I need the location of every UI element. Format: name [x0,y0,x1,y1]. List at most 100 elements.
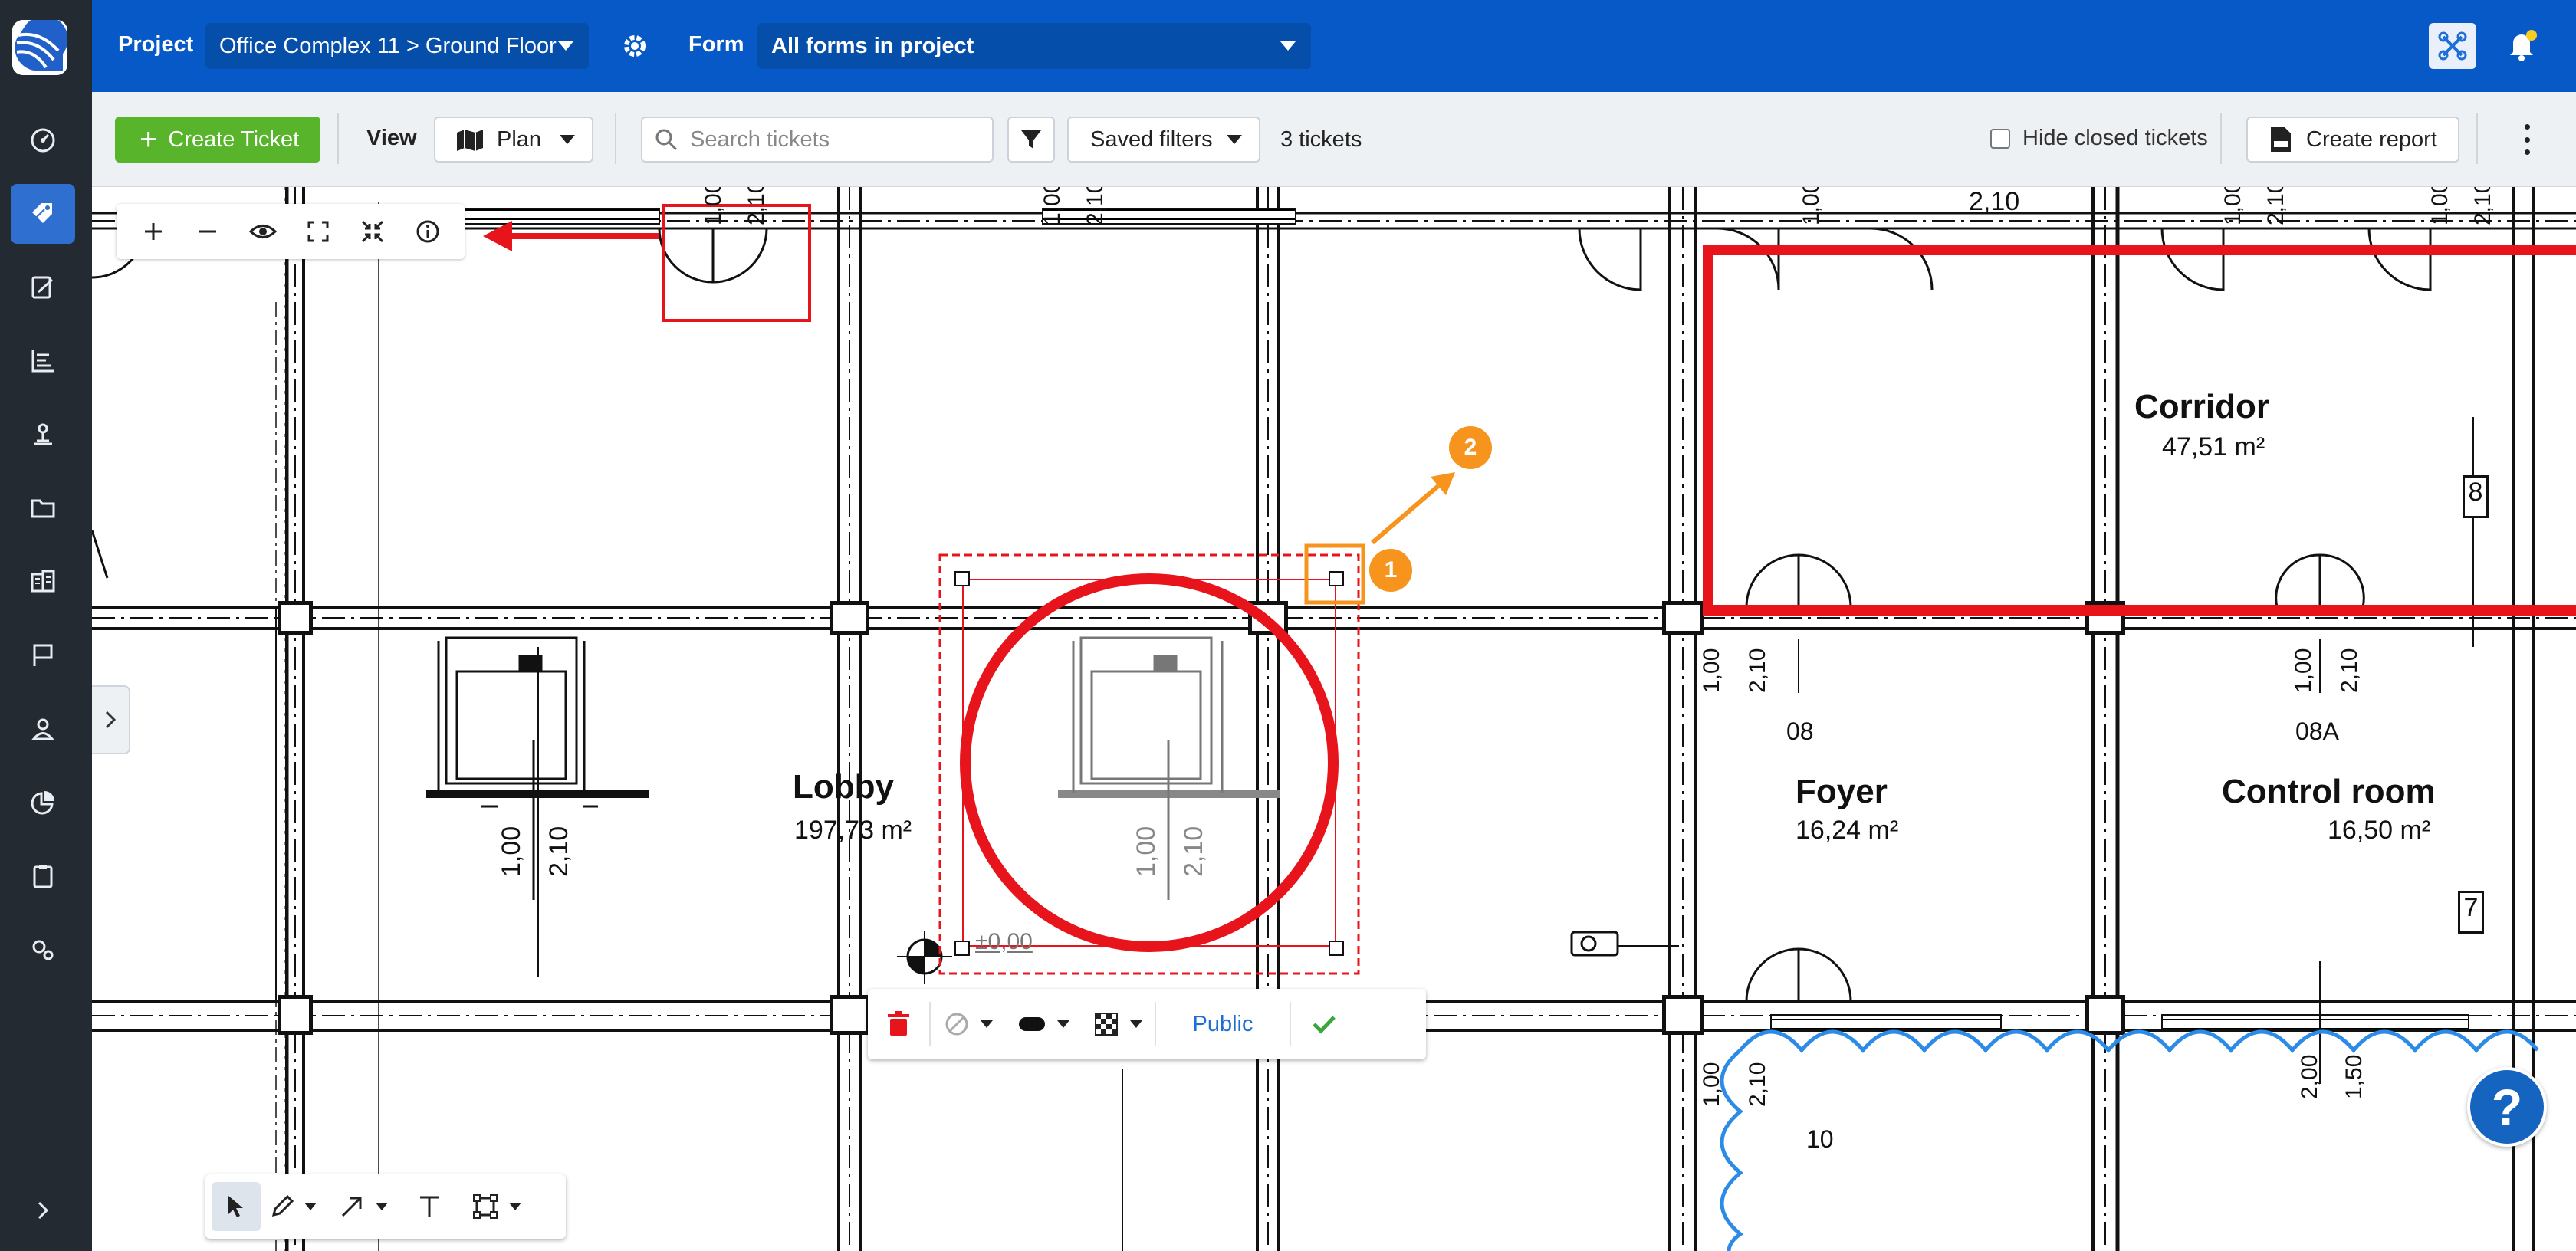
notifications-button[interactable] [2502,26,2541,64]
hide-closed-toggle[interactable]: Hide closed tickets [1990,126,2208,151]
ticket-count: 3 tickets [1280,127,1362,152]
flag-icon [33,644,53,666]
nav-folder[interactable] [11,478,75,538]
door-10-label: 10 [1806,1125,1834,1153]
dim-label: 1,00 [2427,187,2453,225]
nav-inspection[interactable] [11,405,75,465]
ticket-toolbar: + Create Ticket View Plan Search tickets… [92,92,2576,187]
nav-documents[interactable] [11,552,75,612]
nav-expand[interactable] [11,1180,75,1240]
dim-label: 2,10 [2470,187,2496,225]
saved-filters-label: Saved filters [1090,126,1213,152]
folder-icon [31,499,55,518]
collapse-icon[interactable] [351,210,394,253]
elevator-center [1058,636,1280,900]
nav-user[interactable] [11,699,75,759]
room-lobby-area: 197,73 m² [794,816,912,845]
drawing-tools-toolbar [205,1174,566,1239]
room-foyer-name: Foyer [1796,773,1888,810]
level-label: ±0,00 [975,929,1033,954]
app-root: Project Office Complex 11 > Ground Floor… [0,0,2576,1251]
more-menu-icon[interactable] [2518,124,2536,155]
nav-tickets[interactable] [11,184,75,244]
zoom-toolbar [117,204,465,259]
fill-color-select[interactable] [931,1011,1006,1037]
delete-button[interactable] [868,1011,929,1037]
filter-button[interactable] [1007,117,1055,163]
stroke-style-select[interactable] [1006,1017,1083,1031]
saved-filters-select[interactable]: Saved filters [1067,117,1260,163]
app-logo[interactable] [12,20,67,75]
form-select[interactable]: All forms in project [757,23,1311,69]
eye-icon[interactable] [242,210,284,253]
zoom-out-icon[interactable] [186,210,229,253]
create-report-button[interactable]: Create report [2246,117,2459,163]
select-tool[interactable] [212,1182,261,1231]
shape-tool[interactable] [457,1194,537,1220]
side-panel-toggle[interactable] [92,685,130,754]
pen-tool[interactable] [261,1194,325,1220]
apps-icon [2438,31,2467,61]
reports-icon [31,791,54,815]
project-select[interactable]: Office Complex 11 > Ground Floor [205,23,589,69]
nav-dashboard[interactable] [11,110,75,170]
bell-icon [2510,30,2537,61]
pattern-select[interactable] [1083,1013,1155,1036]
dim-label: 2,10 [1745,1062,1770,1107]
nav-flag[interactable] [11,626,75,685]
sidebar [0,0,92,1251]
dim-label: 2,10 [744,187,769,225]
room-control-area: 16,50 m² [2328,816,2431,845]
hide-closed-label: Hide closed tickets [2022,126,2208,150]
plan-canvas[interactable]: Lobby 197,73 m² Corridor 47,51 m² Foyer … [92,187,2576,1251]
search-input[interactable]: Search tickets [641,117,994,163]
settings-gear-icon[interactable] [619,31,650,61]
forms-icon [31,276,53,299]
dashboard-icon [31,128,55,153]
top-bar: Project Office Complex 11 > Ground Floor… [92,0,2576,92]
logo-icon [12,20,67,75]
checkmark-icon [1313,1016,1336,1034]
floor-plan-drawing [92,187,2576,1251]
view-value: Plan [497,126,542,152]
expand-icon [38,1201,49,1220]
tickets-icon [32,203,52,223]
project-value: Office Complex 11 > Ground Floor [219,33,557,58]
text-tool[interactable] [402,1194,457,1219]
chevron-down-icon [560,135,575,144]
documents-icon [31,570,55,593]
checkerboard-icon [1095,1013,1118,1036]
nav-reports[interactable] [11,773,75,832]
dim-label: 2,10 [2263,187,2288,225]
inspection-icon [34,423,52,445]
visibility-public-button[interactable]: Public [1156,1012,1290,1037]
confirm-button[interactable] [1291,1014,1357,1034]
create-ticket-button[interactable]: + Create Ticket [115,117,320,163]
hide-closed-checkbox[interactable] [1990,128,2010,149]
dim-label: 1,00 [1040,187,1065,225]
dim-label: 1,00 [2220,187,2246,225]
help-button[interactable]: ? [2467,1067,2547,1147]
arrow-tool[interactable] [325,1194,402,1220]
chevron-down-icon [376,1203,388,1210]
nav-forms[interactable] [11,258,75,317]
apps-button[interactable] [2429,23,2476,69]
nav-charts[interactable] [11,331,75,391]
fit-screen-icon[interactable] [297,210,340,253]
form-value: All forms in project [771,33,974,58]
dim-label: 1,50 [2341,1054,2367,1099]
search-placeholder: Search tickets [690,126,830,152]
dim-label: 1,00 [497,826,526,877]
dim-label: 2,10 [1083,187,1108,225]
zoom-in-icon[interactable] [132,210,175,253]
room-corridor-name: Corridor [2134,388,2269,425]
form-label: Form [688,32,744,57]
plus-icon: + [140,123,158,156]
info-icon[interactable] [406,210,449,253]
stroke-icon [1019,1017,1045,1031]
search-icon [656,129,678,151]
dim-label: 1,00 [1699,1062,1724,1107]
nav-settings[interactable] [11,920,75,980]
nav-clipboard[interactable] [11,846,75,906]
view-select[interactable]: Plan [434,117,593,163]
